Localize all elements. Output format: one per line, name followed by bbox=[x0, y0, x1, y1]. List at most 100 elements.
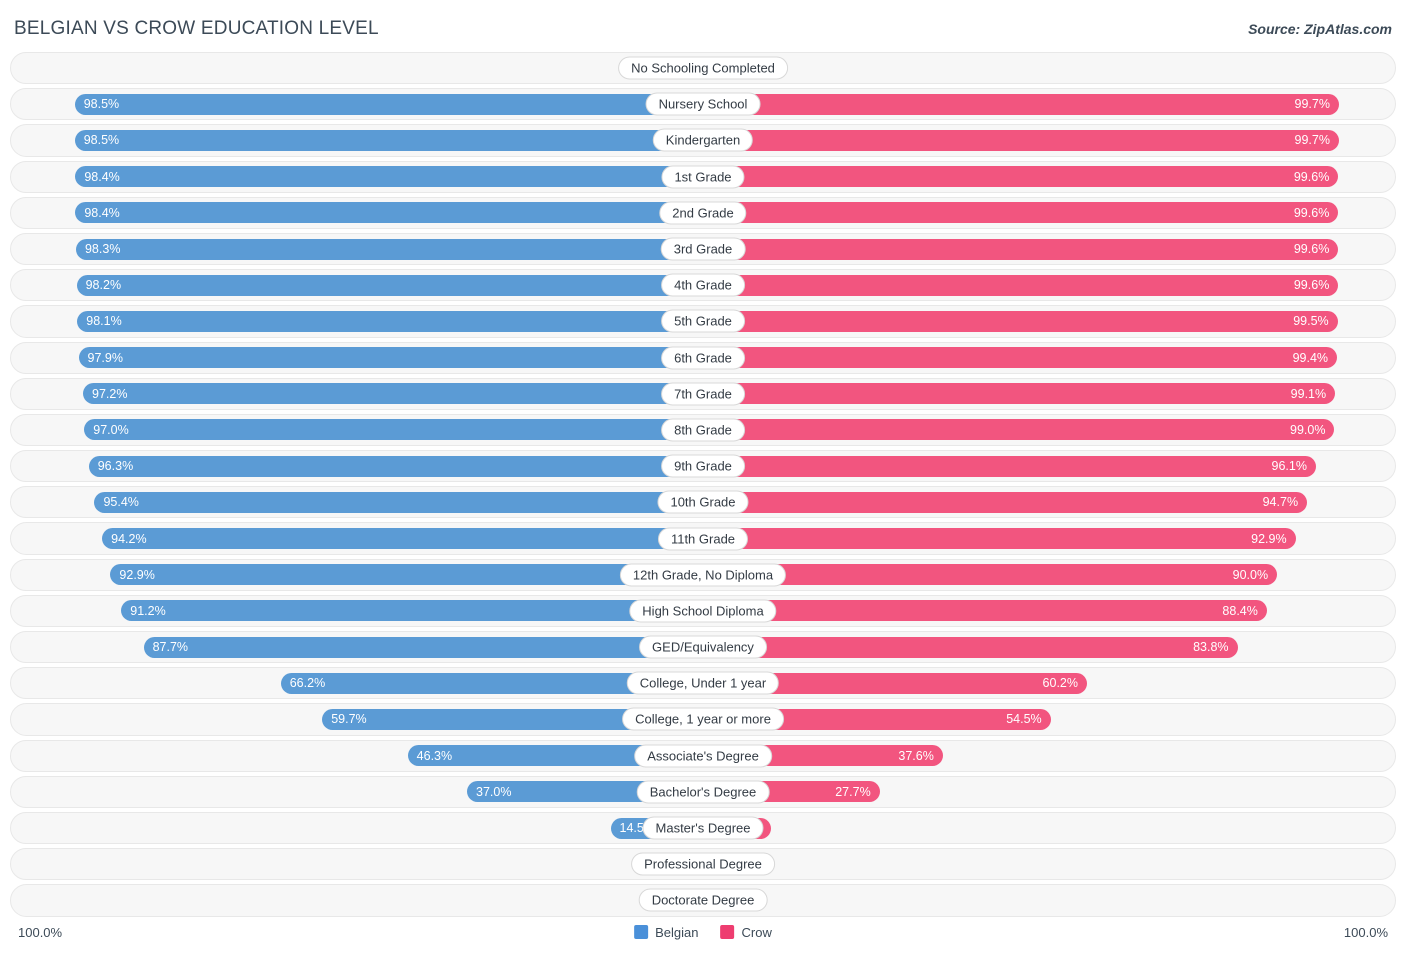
value-label-belgian: 59.7% bbox=[331, 712, 367, 727]
half-right: 99.1% bbox=[703, 376, 1396, 412]
value-label-belgian: 98.2% bbox=[85, 278, 122, 293]
bar-belgian[interactable]: 97.9% bbox=[78, 347, 703, 369]
value-label-belgian: 66.2% bbox=[289, 676, 326, 691]
bar-belgian[interactable]: 98.4% bbox=[75, 166, 703, 188]
category-label: 8th Grade bbox=[661, 418, 745, 442]
bar-belgian[interactable]: 98.5% bbox=[74, 93, 703, 115]
bar-crow[interactable]: 99.7% bbox=[703, 93, 1339, 115]
half-left: 14.5% bbox=[10, 810, 703, 846]
half-right: 99.6% bbox=[703, 231, 1396, 267]
value-label-crow: 99.0% bbox=[1290, 422, 1326, 437]
half-left: 97.2% bbox=[10, 376, 703, 412]
half-right: 1.5% bbox=[703, 882, 1396, 918]
bar-belgian[interactable]: 95.4% bbox=[94, 491, 703, 513]
bar-belgian[interactable]: 98.2% bbox=[76, 274, 703, 296]
category-label: GED/Equivalency bbox=[639, 635, 767, 659]
value-label-belgian: 94.2% bbox=[111, 531, 147, 546]
bar-rows: 1.6%1.6%No Schooling Completed 98.5% 99.7%… bbox=[0, 50, 1406, 919]
value-label-crow: 99.6% bbox=[1293, 205, 1330, 220]
category-label: 7th Grade bbox=[661, 382, 745, 406]
value-label-crow: 96.1% bbox=[1271, 459, 1307, 474]
bar-belgian[interactable]: 91.2% bbox=[121, 600, 703, 622]
bar-belgian[interactable]: 94.2% bbox=[102, 528, 703, 550]
value-label-crow: 99.1% bbox=[1290, 386, 1327, 401]
category-label: Professional Degree bbox=[631, 852, 775, 876]
category-label: Master's Degree bbox=[642, 816, 764, 840]
value-label-belgian: 98.1% bbox=[86, 314, 122, 329]
bar-crow[interactable]: 99.6% bbox=[703, 274, 1339, 296]
half-right: 88.4% bbox=[703, 593, 1396, 629]
bar-crow[interactable]: 88.4% bbox=[703, 600, 1267, 622]
half-right: 99.4% bbox=[703, 340, 1396, 376]
bar-row: 14.5%10.6%Master's Degree bbox=[10, 810, 1396, 846]
category-label: 1st Grade bbox=[661, 165, 745, 189]
bar-crow[interactable]: 99.5% bbox=[703, 310, 1338, 332]
bar-row: 98.4% 99.6% 2nd Grade bbox=[10, 195, 1396, 231]
bar-belgian[interactable]: 97.2% bbox=[83, 383, 703, 405]
bar-row: 1.8%1.5%Doctorate Degree bbox=[10, 882, 1396, 918]
bar-crow[interactable]: 99.6% bbox=[703, 202, 1339, 224]
half-left: 66.2% bbox=[10, 665, 703, 701]
value-label-belgian: 95.4% bbox=[103, 495, 139, 510]
bar-belgian[interactable]: 98.5% bbox=[74, 129, 703, 151]
category-label: High School Diploma bbox=[629, 599, 777, 623]
bar-belgian[interactable]: 96.3% bbox=[88, 455, 703, 477]
bar-crow[interactable]: 99.4% bbox=[703, 347, 1338, 369]
value-label-belgian: 46.3% bbox=[416, 748, 453, 763]
axis-label-right: 100.0% bbox=[1343, 924, 1388, 940]
value-label-belgian: 98.5% bbox=[83, 133, 120, 148]
category-label: Associate's Degree bbox=[634, 744, 772, 768]
half-right: 10.6% bbox=[703, 810, 1396, 846]
bar-belgian[interactable]: 98.4% bbox=[75, 202, 703, 224]
legend-label-belgian: Belgian bbox=[655, 924, 699, 940]
half-right: 60.2% bbox=[703, 665, 1396, 701]
value-label-belgian: 98.5% bbox=[83, 97, 120, 112]
bar-crow[interactable]: 96.1% bbox=[703, 455, 1316, 477]
axis-label-left: 100.0% bbox=[18, 924, 63, 940]
chart-header: BELGIAN VS CROW EDUCATION LEVEL Source: … bbox=[0, 0, 1406, 50]
half-left: 4.3% bbox=[10, 846, 703, 882]
value-label-belgian: 98.3% bbox=[84, 242, 121, 257]
half-left: 98.5% bbox=[10, 122, 703, 158]
value-label-belgian: 37.0% bbox=[476, 784, 512, 799]
half-left: 98.4% bbox=[10, 195, 703, 231]
bar-belgian[interactable]: 97.0% bbox=[84, 419, 703, 441]
bar-row: 4.3%3.2%Professional Degree bbox=[10, 846, 1396, 882]
bar-crow[interactable]: 99.0% bbox=[703, 419, 1335, 441]
value-label-belgian: 92.9% bbox=[119, 567, 155, 582]
bar-belgian[interactable]: 92.9% bbox=[110, 564, 703, 586]
value-label-crow: 99.6% bbox=[1293, 169, 1330, 184]
bar-crow[interactable]: 99.6% bbox=[703, 238, 1339, 260]
bar-crow[interactable]: 99.7% bbox=[703, 129, 1339, 151]
bar-row: 66.2% 60.2% College, Under 1 year bbox=[10, 665, 1396, 701]
bar-crow[interactable]: 99.1% bbox=[703, 383, 1336, 405]
half-right: 94.7% bbox=[703, 484, 1396, 520]
bar-crow[interactable]: 94.7% bbox=[703, 491, 1308, 513]
value-label-crow: 90.0% bbox=[1232, 567, 1269, 582]
half-right: 96.1% bbox=[703, 448, 1396, 484]
half-left: 98.4% bbox=[10, 159, 703, 195]
legend-item-crow: Crow bbox=[720, 925, 772, 940]
bar-crow[interactable]: 92.9% bbox=[703, 528, 1296, 550]
category-label: College, 1 year or more bbox=[622, 707, 784, 731]
half-right: 27.7% bbox=[703, 774, 1396, 810]
bar-row: 91.2% 88.4% High School Diploma bbox=[10, 593, 1396, 629]
bar-row: 97.2% 99.1% 7th Grade bbox=[10, 376, 1396, 412]
bar-belgian[interactable]: 98.1% bbox=[77, 310, 703, 332]
bar-belgian[interactable]: 98.3% bbox=[75, 238, 703, 260]
bar-belgian[interactable]: 87.7% bbox=[143, 636, 703, 658]
source-label: Source: ZipAtlas.com bbox=[1248, 21, 1392, 37]
half-right: 90.0% bbox=[703, 557, 1396, 593]
half-right: 37.6% bbox=[703, 738, 1396, 774]
bar-crow[interactable]: 83.8% bbox=[703, 636, 1238, 658]
half-right: 99.6% bbox=[703, 159, 1396, 195]
value-label-belgian: 97.9% bbox=[87, 350, 123, 365]
category-label: 2nd Grade bbox=[659, 201, 747, 225]
half-left: 97.9% bbox=[10, 340, 703, 376]
category-label: No Schooling Completed bbox=[618, 56, 788, 80]
half-left: 1.6% bbox=[10, 50, 703, 86]
bar-row: 97.0% 99.0% 8th Grade bbox=[10, 412, 1396, 448]
bar-crow[interactable]: 90.0% bbox=[703, 564, 1278, 586]
bar-crow[interactable]: 99.6% bbox=[703, 166, 1339, 188]
category-label: Nursery School bbox=[645, 92, 761, 116]
